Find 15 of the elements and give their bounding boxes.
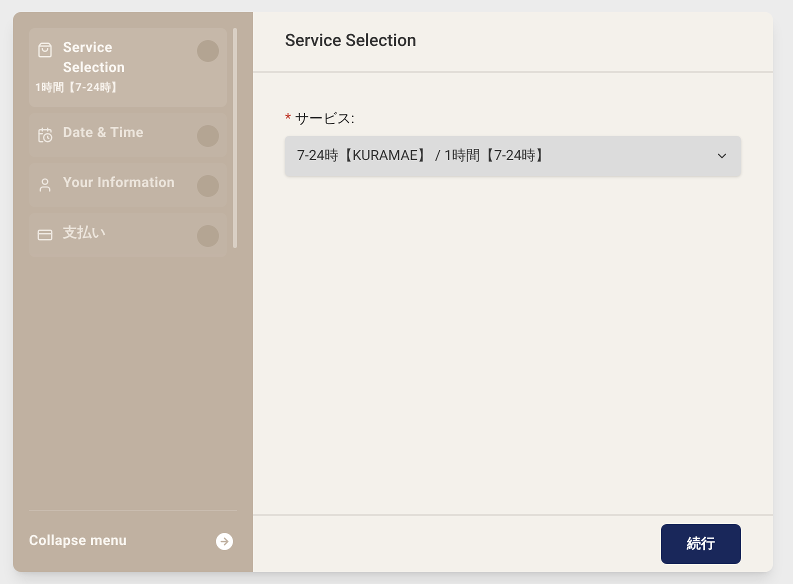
continue-button[interactable]: 続行: [661, 524, 741, 564]
required-mark: *: [285, 110, 292, 129]
collapse-menu-label[interactable]: Collapse menu: [29, 531, 127, 552]
person-icon: [37, 176, 53, 192]
scrollbar[interactable]: [233, 28, 237, 248]
step-item[interactable]: Service Selection 1時間【7-24時】: [29, 28, 227, 106]
card-icon: [37, 226, 53, 242]
step-label: Service Selection: [63, 39, 126, 78]
arrow-right-icon[interactable]: [216, 533, 233, 550]
step-subtitle: 1時間【7-24時】: [35, 80, 124, 96]
page-title: Service Selection: [285, 30, 416, 53]
calendar-icon: [37, 126, 53, 142]
field-label: サービス:: [295, 110, 354, 129]
service-select[interactable]: 7-24時【KURAMAE】 / 1時間【7-24時】: [285, 136, 741, 176]
bag-icon: [37, 42, 53, 58]
